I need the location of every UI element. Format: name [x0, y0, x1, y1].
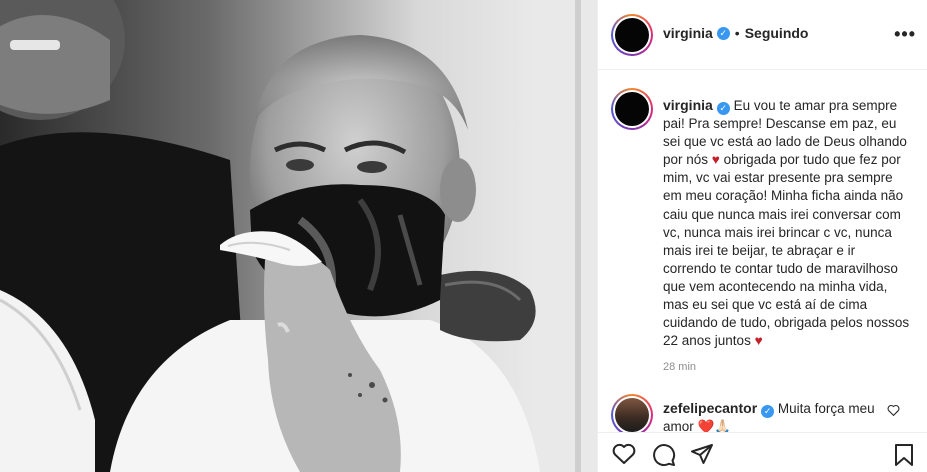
verified-badge-icon: ✓	[716, 101, 730, 115]
author-username[interactable]: virginia	[663, 25, 713, 41]
red-heart-emoji: ♥	[711, 152, 720, 168]
comment-text: zefelipecantor ✓ Muita força meu amor ❤️🙏…	[663, 399, 878, 432]
post-photo[interactable]	[0, 0, 597, 472]
instagram-post: virginia ✓ • Seguindo ••• virginia ✓ Eu v…	[0, 0, 927, 472]
red-heart-emoji: ♥	[754, 333, 763, 349]
commenter-avatar[interactable]	[611, 394, 653, 432]
caption-avatar[interactable]	[611, 88, 653, 130]
paper-plane-icon[interactable]	[690, 443, 714, 465]
commenter-username[interactable]: zefelipecantor	[663, 400, 757, 416]
bookmark-icon[interactable]	[894, 443, 914, 467]
post-header: virginia ✓ • Seguindo •••	[598, 0, 927, 70]
header-info: virginia ✓ • Seguindo	[663, 25, 808, 41]
verified-badge-icon: ✓	[716, 26, 730, 40]
comment-emoji: ❤️🙏🏻	[697, 419, 732, 432]
photo-image	[0, 0, 597, 472]
author-avatar[interactable]	[611, 14, 653, 56]
caption-username[interactable]: virginia	[663, 97, 713, 113]
caption-body-2: obrigada por tudo que fez por mim, vc va…	[663, 152, 910, 349]
caption-text: virginia ✓ Eu vou te amar pra sempre pai!…	[663, 96, 911, 350]
comments-section[interactable]: virginia ✓ Eu vou te amar pra sempre pai!…	[598, 71, 927, 432]
avatar-image	[615, 18, 649, 52]
action-bar	[598, 432, 927, 472]
avatar-image	[615, 92, 649, 126]
caption-timestamp[interactable]: 28 min	[663, 361, 696, 373]
verified-badge-icon: ✓	[761, 404, 775, 418]
following-button[interactable]: Seguindo	[745, 25, 809, 41]
comment-like-heart-icon[interactable]	[887, 404, 900, 416]
header-separator: •	[734, 25, 740, 41]
avatar-image	[615, 398, 649, 432]
post-side-panel: virginia ✓ • Seguindo ••• virginia ✓ Eu v…	[597, 0, 927, 472]
heart-outline-icon[interactable]	[612, 443, 636, 465]
more-options-icon[interactable]: •••	[894, 24, 916, 45]
comment-icon[interactable]	[652, 443, 676, 467]
